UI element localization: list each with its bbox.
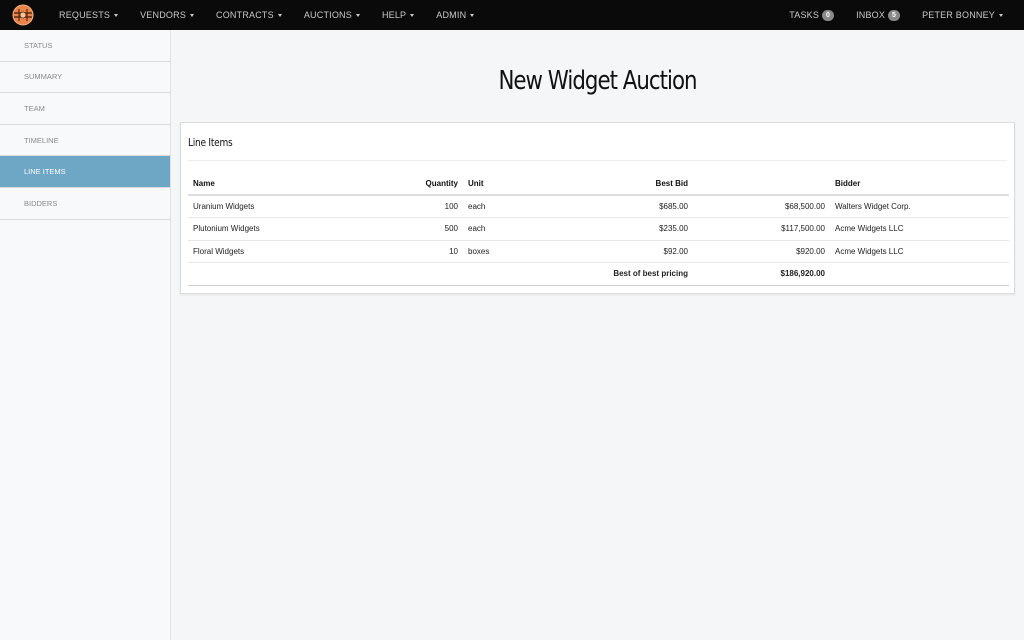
sidebar: Status Summary Team Timeline Line Items … xyxy=(0,30,171,640)
sidebar-item-status[interactable]: Status xyxy=(0,30,170,62)
column-header-quantity: Quantity xyxy=(333,173,463,196)
table-header-row: Name Quantity Unit Best Bid Bidder xyxy=(188,173,1009,196)
column-header-name: Name xyxy=(188,173,333,196)
caret-down-icon xyxy=(355,13,360,17)
line-items-table: Name Quantity Unit Best Bid Bidder Urani… xyxy=(188,173,1009,286)
caret-down-icon xyxy=(114,13,119,17)
column-header-total xyxy=(693,173,830,196)
sidebar-item-team[interactable]: Team xyxy=(0,93,170,125)
cell-unit: each xyxy=(463,195,533,218)
nav-requests[interactable]: Requests xyxy=(48,0,129,30)
top-navbar: Requests Vendors Contracts Auctions Help… xyxy=(0,0,1024,30)
column-header-bidder: Bidder xyxy=(830,173,1009,196)
cell-unit: boxes xyxy=(463,240,533,263)
caret-down-icon xyxy=(999,13,1003,17)
nav-user-menu[interactable]: Peter Bonney xyxy=(911,0,1014,30)
page-title: New Widget Auction xyxy=(498,66,697,96)
caret-down-icon xyxy=(410,13,415,17)
main-content: New Widget Auction Line Items Name Quant… xyxy=(171,30,1024,640)
table-row: Floral Widgets 10 boxes $92.00 $920.00 A… xyxy=(188,240,1009,263)
line-items-panel: Line Items Name Quantity Unit Best Bid B… xyxy=(180,122,1015,294)
cell-total: $920.00 xyxy=(693,240,830,263)
cell-best-bid: $685.00 xyxy=(533,195,693,218)
caret-down-icon xyxy=(470,13,475,17)
nav-vendors[interactable]: Vendors xyxy=(129,0,205,30)
cell-best-bid: $92.00 xyxy=(533,240,693,263)
panel-divider xyxy=(188,160,1007,161)
table-total-row: Best of best pricing $186,920.00 xyxy=(188,262,1009,286)
cell-total: $68,500.00 xyxy=(693,195,830,218)
sidebar-item-timeline[interactable]: Timeline xyxy=(0,125,170,157)
brand-logo-icon[interactable] xyxy=(10,4,36,26)
nav-contracts[interactable]: Contracts xyxy=(205,0,293,30)
total-label: Best of best pricing xyxy=(533,262,693,286)
cell-quantity: 100 xyxy=(333,195,463,218)
cell-best-bid: $235.00 xyxy=(533,217,693,241)
tasks-count-badge: 0 xyxy=(822,9,835,21)
nav-tasks[interactable]: Tasks 0 xyxy=(778,0,845,30)
sidebar-item-line-items[interactable]: Line Items xyxy=(0,156,170,188)
nav-inbox[interactable]: Inbox 5 xyxy=(845,0,911,30)
cell-quantity: 500 xyxy=(333,217,463,241)
cell-name: Uranium Widgets xyxy=(188,195,333,218)
column-header-best-bid: Best Bid xyxy=(533,173,693,196)
column-header-unit: Unit xyxy=(463,173,533,196)
table-row: Plutonium Widgets 500 each $235.00 $117,… xyxy=(188,217,1009,241)
table-row: Uranium Widgets 100 each $685.00 $68,500… xyxy=(188,195,1009,218)
nav-help[interactable]: Help xyxy=(371,0,425,30)
cell-bidder: Acme Widgets LLC xyxy=(830,240,1009,263)
sidebar-item-summary[interactable]: Summary xyxy=(0,62,170,94)
cell-quantity: 10 xyxy=(333,240,463,263)
cell-total: $117,500.00 xyxy=(693,217,830,241)
cell-name: Plutonium Widgets xyxy=(188,217,333,241)
cell-bidder: Acme Widgets LLC xyxy=(830,217,1009,241)
cell-bidder: Walters Widget Corp. xyxy=(830,195,1009,218)
cell-name: Floral Widgets xyxy=(188,240,333,263)
caret-down-icon xyxy=(190,13,195,17)
nav-admin[interactable]: Admin xyxy=(425,0,485,30)
panel-title: Line Items xyxy=(188,136,233,149)
caret-down-icon xyxy=(277,13,282,17)
sidebar-item-bidders[interactable]: Bidders xyxy=(0,188,170,220)
cell-unit: each xyxy=(463,217,533,241)
inbox-count-badge: 5 xyxy=(888,9,901,21)
grand-total: $186,920.00 xyxy=(693,262,830,286)
nav-auctions[interactable]: Auctions xyxy=(293,0,371,30)
